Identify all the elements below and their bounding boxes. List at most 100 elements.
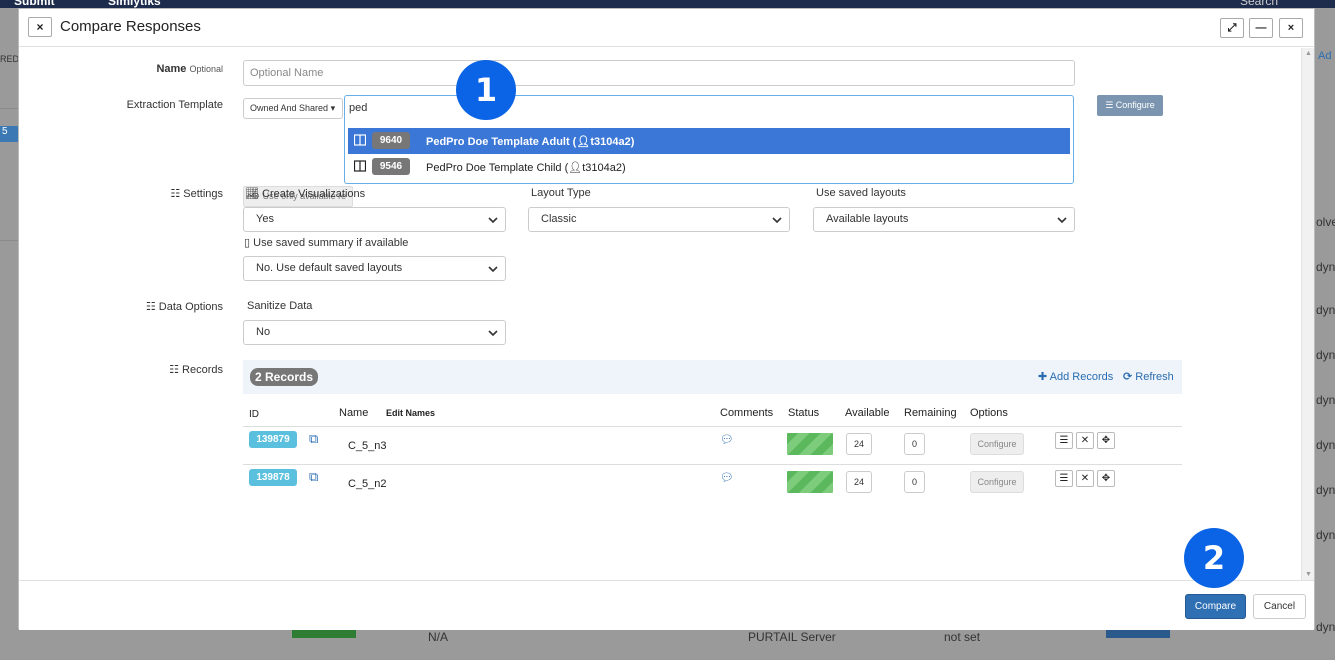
bg-right-label: dyn xyxy=(1316,260,1335,274)
chevron-down-icon xyxy=(488,217,498,224)
bg-search: Search xyxy=(1240,0,1279,8)
template-id-badge: 9546 xyxy=(372,158,410,175)
template-option-name: PedPro Doe Template Adult (👤︎t3104a2) xyxy=(426,136,635,148)
modal-scrollbar[interactable]: ▲ ▼ xyxy=(1301,48,1314,580)
col-name: Name xyxy=(339,407,369,419)
comment-icon[interactable]: 💬︎ xyxy=(720,433,734,446)
template-option-9640[interactable]: 9640 PedPro Doe Template Adult (👤︎t3104a… xyxy=(348,128,1070,154)
refresh-link[interactable]: ⟳ Refresh xyxy=(1123,370,1174,383)
remove-icon[interactable]: ✕ xyxy=(1076,432,1094,449)
bg-right-label: dyn xyxy=(1316,303,1335,317)
close-icon[interactable]: × xyxy=(28,17,52,37)
col-options: Options xyxy=(970,407,1008,419)
name-label: Name Optional xyxy=(156,63,223,75)
available-input[interactable]: 24 xyxy=(846,433,872,455)
record-name: C_5_n2 xyxy=(348,478,387,490)
records-toolbar: 2 Records ✚ Add Records ⟳ Refresh xyxy=(243,360,1182,394)
records-label: ☷ Records xyxy=(169,364,223,376)
bg-right-label: Ad xyxy=(1318,50,1332,62)
menu-icon[interactable]: ☰ xyxy=(1055,432,1073,449)
bg-bottom-item: PURTAIL Server xyxy=(748,630,836,644)
layout-type-select[interactable]: Classic xyxy=(528,207,790,232)
record-configure-button[interactable]: Configure xyxy=(970,433,1024,455)
bg-right-label: dyn xyxy=(1316,348,1335,362)
status-progress-bar xyxy=(787,433,833,455)
template-search-input[interactable]: ped xyxy=(349,102,367,114)
book-icon xyxy=(354,160,366,172)
col-id: ID xyxy=(249,409,259,420)
caret-down-icon: ▾ xyxy=(330,103,336,113)
settings-label: ☷ Settings xyxy=(170,188,223,200)
add-records-link[interactable]: ✚ Add Records xyxy=(1038,370,1113,383)
cancel-button[interactable]: Cancel xyxy=(1253,594,1306,619)
use-saved-layouts-select[interactable]: Available layouts xyxy=(813,207,1075,232)
modal-header: × Compare Responses ⤢ — × xyxy=(19,9,1314,47)
col-comments: Comments xyxy=(720,407,774,419)
col-remaining: Remaining xyxy=(904,407,957,419)
sliders-icon: ☷ xyxy=(169,364,179,376)
record-id-badge[interactable]: 139878 xyxy=(249,469,297,486)
sanitize-data-select[interactable]: No xyxy=(243,320,506,345)
bg-right-label: dyn xyxy=(1316,483,1335,497)
use-saved-summary-title: ▯ Use saved summary if available xyxy=(244,237,409,249)
external-link-icon[interactable]: ⧉ xyxy=(309,431,318,447)
use-saved-summary-select[interactable]: No. Use default saved layouts xyxy=(243,256,506,281)
close-window-icon[interactable]: × xyxy=(1279,18,1303,38)
create-visualizations-title: 📈︎ Create Visualizations xyxy=(245,188,366,200)
external-link-icon[interactable]: ⧉ xyxy=(309,469,318,485)
plus-icon: ✚ xyxy=(1038,371,1048,383)
bg-right-label: dyn xyxy=(1316,620,1335,634)
bg-bottom-item: not set xyxy=(944,630,981,644)
bg-left-label: RED xyxy=(0,54,20,64)
bg-submit-link: Submit xyxy=(14,0,55,8)
bg-right-label: olve xyxy=(1316,215,1335,229)
move-icon[interactable]: ✥ xyxy=(1097,470,1115,487)
modal-body: Name Optional Extraction Template Owned … xyxy=(19,48,1316,580)
create-visualizations-select[interactable]: Yes xyxy=(243,207,506,232)
template-id-badge: 9640 xyxy=(372,132,410,149)
scroll-up-icon[interactable]: ▲ xyxy=(1305,50,1312,57)
callout-badge-2: 2 xyxy=(1184,528,1244,588)
scroll-down-icon[interactable]: ▼ xyxy=(1305,571,1312,578)
book-icon xyxy=(354,134,366,146)
remaining-input[interactable]: 0 xyxy=(904,471,925,493)
row-divider xyxy=(243,426,1182,427)
bg-divider xyxy=(0,108,18,109)
sliders-icon: ☷ xyxy=(145,301,156,313)
remaining-input[interactable]: 0 xyxy=(904,433,925,455)
record-configure-button[interactable]: Configure xyxy=(970,471,1024,493)
minimize-icon[interactable]: — xyxy=(1249,18,1273,38)
template-option-9546[interactable]: 9546 PedPro Doe Template Child (👤︎t3104a… xyxy=(348,154,1070,180)
configure-template-button[interactable]: ☰ Configure xyxy=(1097,95,1163,116)
row-divider xyxy=(243,464,1182,465)
user-icon: 👤︎ xyxy=(568,162,583,174)
bg-divider xyxy=(0,240,18,241)
menu-icon[interactable]: ☰ xyxy=(1055,470,1073,487)
chart-line-icon: 📈︎ xyxy=(245,188,259,200)
bg-simlytiks-link: Simlytiks xyxy=(108,0,161,8)
bg-left-pill: 5 xyxy=(0,126,18,142)
chevron-down-icon xyxy=(488,266,498,273)
bg-right-label: dyn xyxy=(1316,438,1335,452)
owned-shared-filter-button[interactable]: Owned And Shared ▾ xyxy=(243,98,343,119)
sliders-icon: ☷ xyxy=(170,188,181,200)
sliders-icon: ☰ xyxy=(1105,100,1114,110)
comment-icon[interactable]: 💬︎ xyxy=(720,471,734,484)
chevron-down-icon xyxy=(488,330,498,337)
remove-icon[interactable]: ✕ xyxy=(1076,470,1094,487)
available-input[interactable]: 24 xyxy=(846,471,872,493)
background-topbar: Submit Simlytiks Search xyxy=(0,0,1335,8)
maximize-icon[interactable]: ⤢ xyxy=(1220,18,1244,38)
compare-responses-modal: × Compare Responses ⤢ — × Name Optional … xyxy=(18,8,1316,630)
edit-names-link[interactable]: Edit Names xyxy=(386,408,435,418)
use-saved-layouts-title: Use saved layouts xyxy=(816,187,906,199)
record-id-badge[interactable]: 139879 xyxy=(249,431,297,448)
book-icon: ▯ xyxy=(244,237,251,249)
bg-bottom-item: N/A xyxy=(428,630,449,644)
move-icon[interactable]: ✥ xyxy=(1097,432,1115,449)
compare-button[interactable]: Compare xyxy=(1185,594,1246,619)
bg-right-label: dyn xyxy=(1316,393,1335,407)
sanitize-data-title: Sanitize Data xyxy=(247,300,313,312)
name-input[interactable] xyxy=(243,60,1075,86)
extraction-template-label: Extraction Template xyxy=(126,99,223,111)
